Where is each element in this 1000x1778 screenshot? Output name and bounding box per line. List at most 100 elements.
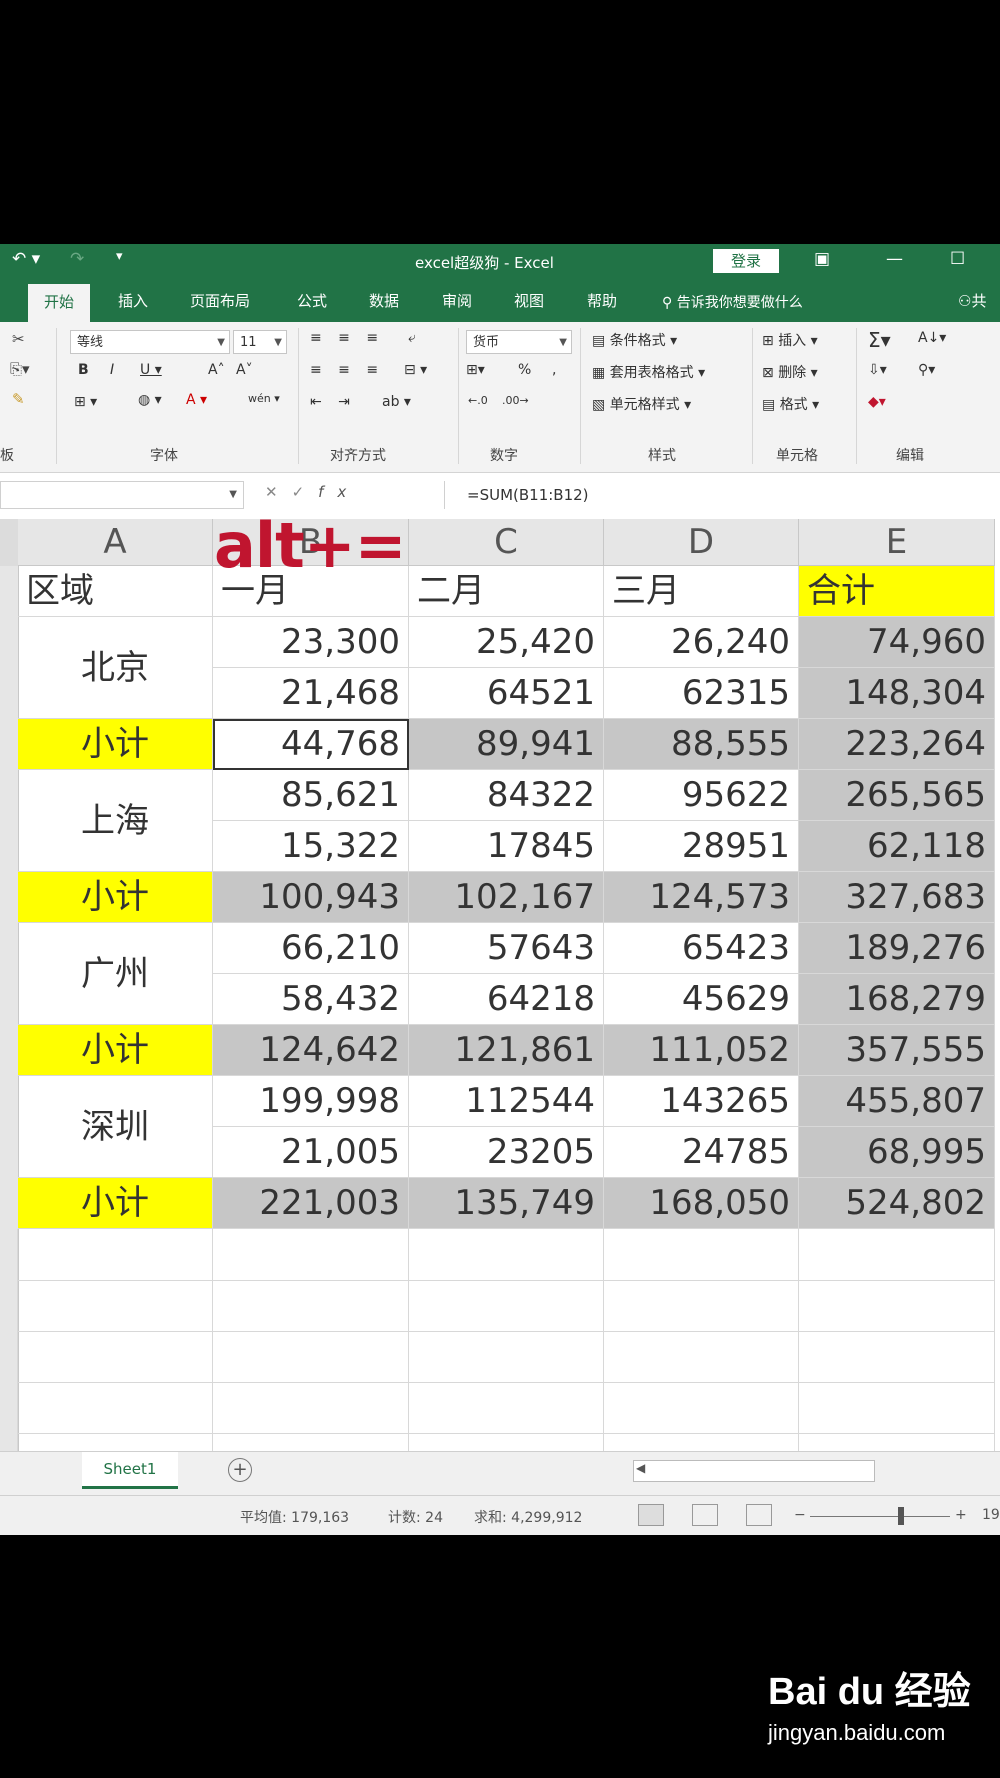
value-cell[interactable]: 62315 <box>604 668 799 719</box>
subtotal-cell[interactable]: 135,749 <box>409 1178 604 1229</box>
clear-icon[interactable]: ◆▾ <box>868 394 886 410</box>
value-cell[interactable]: 23,300 <box>213 617 409 668</box>
find-select-icon[interactable]: ⚲▾ <box>918 362 935 378</box>
horizontal-scrollbar[interactable]: ◀ <box>633 1460 875 1482</box>
increase-font-icon[interactable]: A˄ <box>208 362 225 378</box>
add-sheet-icon[interactable]: + <box>228 1458 252 1482</box>
bold-icon[interactable]: B <box>78 362 89 378</box>
minimize-icon[interactable]: — <box>886 249 903 269</box>
value-cell[interactable]: 21,005 <box>213 1127 409 1178</box>
value-cell[interactable]: 21,468 <box>213 668 409 719</box>
subtotal-cell[interactable]: 44,768 <box>213 719 409 770</box>
percent-icon[interactable]: % <box>518 362 531 378</box>
value-cell[interactable]: 143265 <box>604 1076 799 1127</box>
subtotal-cell[interactable]: 89,941 <box>409 719 604 770</box>
value-cell[interactable]: 148,304 <box>799 668 995 719</box>
accounting-format-icon[interactable]: ⊞▾ <box>466 362 485 378</box>
copy-icon[interactable]: ⎘▾ <box>10 360 30 378</box>
value-cell[interactable]: 26,240 <box>604 617 799 668</box>
function-icon[interactable]: fx <box>318 483 360 501</box>
value-cell[interactable]: 23205 <box>409 1127 604 1178</box>
region-cell[interactable]: 深圳 <box>18 1076 213 1178</box>
subtotal-cell[interactable]: 357,555 <box>799 1025 995 1076</box>
borders-icon[interactable]: ⊞ ▾ <box>74 394 97 410</box>
value-cell[interactable]: 64521 <box>409 668 604 719</box>
cell-styles-button[interactable]: ▧ 单元格样式 ▾ <box>592 394 691 414</box>
value-cell[interactable]: 112544 <box>409 1076 604 1127</box>
value-cell[interactable]: 58,432 <box>213 974 409 1025</box>
customize-qat-icon[interactable]: ▾ <box>116 249 123 264</box>
value-cell[interactable]: 189,276 <box>799 923 995 974</box>
subtotal-cell[interactable]: 88,555 <box>604 719 799 770</box>
merge-center-icon[interactable]: ⊟ ▾ <box>404 362 427 378</box>
normal-view-icon[interactable] <box>638 1504 664 1526</box>
tell-me-search[interactable]: ⚲ 告诉我你想要做什么 <box>662 292 803 312</box>
value-cell[interactable]: 62,118 <box>799 821 995 872</box>
column-header-c[interactable]: C <box>409 519 604 566</box>
format-cells-button[interactable]: ▤ 格式 ▾ <box>762 394 819 414</box>
number-format-select[interactable]: 货币 ▼ <box>466 330 572 354</box>
decrease-decimal-icon[interactable]: .00→ <box>502 394 529 407</box>
subtotal-cell[interactable]: 223,264 <box>799 719 995 770</box>
value-cell[interactable]: 45629 <box>604 974 799 1025</box>
region-cell[interactable]: 上海 <box>18 770 213 872</box>
value-cell[interactable]: 68,995 <box>799 1127 995 1178</box>
phonetic-icon[interactable]: wén ▾ <box>248 392 280 405</box>
subtotal-cell[interactable]: 100,943 <box>213 872 409 923</box>
scroll-left-icon[interactable]: ◀ <box>636 1461 645 1475</box>
page-break-view-icon[interactable] <box>746 1504 772 1526</box>
value-cell[interactable]: 65423 <box>604 923 799 974</box>
tab-review[interactable]: 审阅 <box>442 290 472 311</box>
value-cell[interactable]: 66,210 <box>213 923 409 974</box>
italic-icon[interactable]: I <box>110 362 114 378</box>
indent-icons[interactable]: ⇤ ⇥ <box>310 394 356 410</box>
decrease-font-icon[interactable]: A˅ <box>236 362 253 378</box>
enter-icon[interactable]: ✓ <box>292 483 319 501</box>
zoom-level[interactable]: 19 <box>982 1507 1000 1523</box>
subtotal-label-cell[interactable]: 小计 <box>18 872 213 923</box>
delete-cells-button[interactable]: ⊠ 删除 ▾ <box>762 362 818 382</box>
tab-page-layout[interactable]: 页面布局 <box>190 290 250 311</box>
sheet-tab-sheet1[interactable]: Sheet1 <box>82 1452 178 1489</box>
value-cell[interactable]: 85,621 <box>213 770 409 821</box>
tab-formulas[interactable]: 公式 <box>297 290 327 311</box>
share-button[interactable]: ⚇共 <box>958 290 986 311</box>
subtotal-cell[interactable]: 121,861 <box>409 1025 604 1076</box>
value-cell[interactable]: 455,807 <box>799 1076 995 1127</box>
value-cell[interactable]: 25,420 <box>409 617 604 668</box>
subtotal-label-cell[interactable]: 小计 <box>18 1178 213 1229</box>
ribbon-display-icon[interactable]: ▣ <box>814 249 830 269</box>
worksheet-grid[interactable]: A B C D E alt+= 区域 一月 二月 三月 合计 北京 23,300 25,420… <box>0 519 1000 1451</box>
value-cell[interactable]: 84322 <box>409 770 604 821</box>
tab-insert[interactable]: 插入 <box>118 290 148 311</box>
value-cell[interactable]: 15,322 <box>213 821 409 872</box>
page-layout-view-icon[interactable] <box>692 1504 718 1526</box>
zoom-slider[interactable] <box>810 1516 950 1517</box>
subtotal-label-cell[interactable]: 小计 <box>18 719 213 770</box>
fill-icon[interactable]: ⇩▾ <box>868 362 887 378</box>
horizontal-align-icons[interactable]: ≡ ≡ ≡ <box>310 362 384 378</box>
value-cell[interactable]: 57643 <box>409 923 604 974</box>
value-cell[interactable]: 17845 <box>409 821 604 872</box>
column-header-d[interactable]: D <box>604 519 799 566</box>
maximize-icon[interactable]: ☐ <box>950 249 965 269</box>
font-size-select[interactable]: 11 ▼ <box>233 330 287 354</box>
header-cell[interactable]: 二月 <box>409 566 604 617</box>
header-cell[interactable]: 三月 <box>604 566 799 617</box>
header-cell[interactable]: 一月 <box>213 566 409 617</box>
formula-input[interactable]: =SUM(B11:B12) <box>444 481 1000 509</box>
cancel-icon[interactable]: ✕ <box>265 483 292 501</box>
sort-filter-icon[interactable]: A↓▾ <box>918 330 946 346</box>
fill-color-icon[interactable]: ◍ ▾ <box>138 392 162 408</box>
subtotal-cell[interactable]: 111,052 <box>604 1025 799 1076</box>
insert-cells-button[interactable]: ⊞ 插入 ▾ <box>762 330 818 350</box>
login-button[interactable]: 登录 <box>713 249 779 273</box>
subtotal-cell[interactable]: 327,683 <box>799 872 995 923</box>
tab-data[interactable]: 数据 <box>369 290 399 311</box>
font-name-select[interactable]: 等线 ▼ <box>70 330 230 354</box>
font-color-icon[interactable]: A ▾ <box>186 392 207 408</box>
select-all-corner[interactable] <box>0 519 19 566</box>
subtotal-cell[interactable]: 168,050 <box>604 1178 799 1229</box>
vertical-align-icons[interactable]: ≡ ≡ ≡ <box>310 330 384 346</box>
value-cell[interactable]: 95622 <box>604 770 799 821</box>
